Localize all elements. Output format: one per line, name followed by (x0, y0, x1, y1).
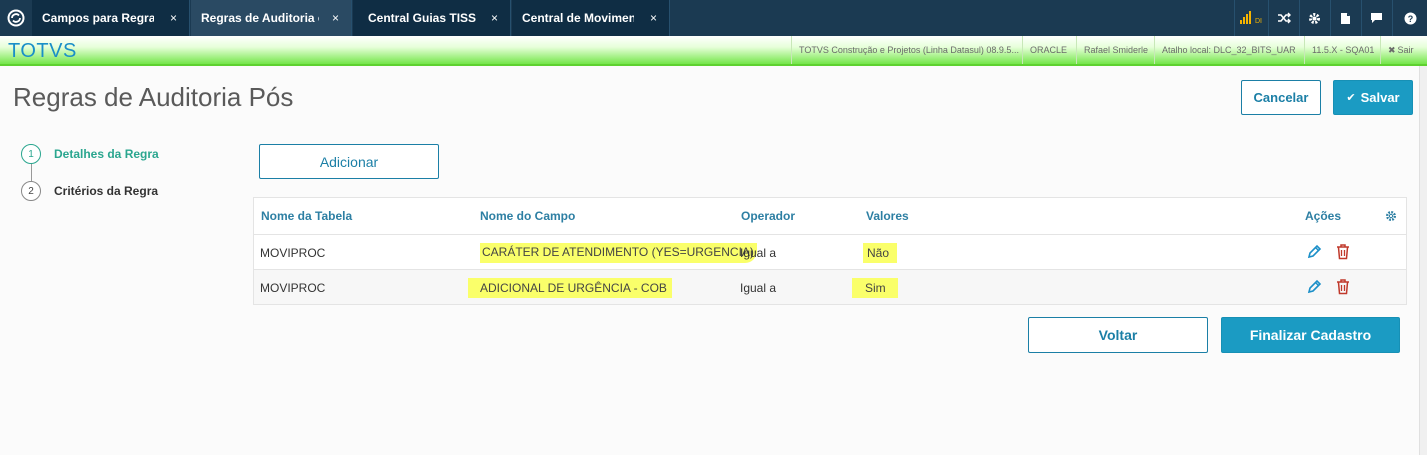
tab-label: Regras de Auditoria e Pós (201, 11, 319, 25)
check-icon: ✔ (1346, 92, 1356, 104)
step-criterios-regra[interactable]: 2 Critérios da Regra (21, 181, 158, 201)
cell-operador: Igual a (740, 280, 777, 295)
step-label: Detalhes da Regra (54, 147, 159, 161)
close-icon[interactable]: × (491, 11, 498, 25)
company-info: TOTVS Construção e Projetos (Linha Datas… (791, 36, 1022, 64)
close-icon[interactable]: × (170, 11, 177, 25)
column-settings-icon[interactable] (1385, 198, 1397, 234)
close-icon: ✖ (1388, 44, 1396, 55)
page-title: Regras de Auditoria Pós (13, 82, 294, 112)
home-icon[interactable] (0, 0, 32, 36)
top-tab-bar: Campos para Regras de Auditoria × Regras… (0, 0, 1427, 36)
signal-icon[interactable]: DI (1234, 0, 1266, 36)
version-info: 11.5.X - SQA01 (1304, 36, 1380, 64)
tab-label: Central de Movimentação (522, 11, 634, 25)
shortcut-info: Atalho local: DLC_32_BITS_UAR (1154, 36, 1304, 64)
close-icon[interactable]: × (650, 11, 657, 25)
chat-icon[interactable] (1361, 0, 1391, 36)
cell-campo: CARÁTER DE ATENDIMENTO (YES=URGENCIA) (480, 235, 757, 270)
step-number: 1 (21, 144, 41, 164)
scrollbar[interactable] (1419, 66, 1427, 455)
tab-label: Campos para Regras de Auditoria (42, 11, 154, 25)
gear-icon[interactable] (1299, 0, 1329, 36)
cancel-button[interactable]: Cancelar (1241, 80, 1321, 115)
column-header-operador[interactable]: Operador (741, 198, 795, 234)
cell-campo-text: CARÁTER DE ATENDIMENTO (YES=URGENCIA) (480, 242, 757, 263)
cell-valores-text: Sim (852, 277, 898, 298)
tab-central-guias-tiss[interactable]: Central Guias TISS × (353, 0, 511, 36)
column-header-campo[interactable]: Nome do Campo (480, 198, 575, 234)
add-label: Adicionar (319, 153, 379, 170)
brand-bar: TOTVS TOTVS Construção e Projetos (Linha… (0, 36, 1427, 66)
close-icon[interactable]: × (332, 11, 339, 25)
cell-campo-text: ADICIONAL DE URGÊNCIA - COB (468, 277, 672, 298)
cell-operador: Igual a (740, 245, 777, 260)
column-header-valores[interactable]: Valores (866, 198, 909, 234)
step-number: 2 (21, 181, 41, 201)
tab-central-movimentacao[interactable]: Central de Movimentação × (512, 0, 670, 36)
finish-label: Finalizar Cadastro (1249, 327, 1372, 343)
logout-label: Sair (1397, 45, 1414, 55)
cancel-label: Cancelar (1253, 90, 1309, 105)
tab-campos-regras[interactable]: Campos para Regras de Auditoria × (32, 0, 190, 36)
cell-tabela: MOVIPROC (260, 245, 326, 260)
back-label: Voltar (1098, 327, 1138, 343)
save-label: Salvar (1360, 90, 1400, 105)
svg-text:?: ? (1407, 14, 1413, 24)
user-info[interactable]: Rafael Smiderle (1076, 36, 1154, 64)
add-button[interactable]: Adicionar (259, 144, 439, 179)
cell-tabela: MOVIPROC (260, 280, 326, 295)
save-button[interactable]: ✔ Salvar (1333, 80, 1413, 115)
cell-valores: Não (863, 235, 898, 270)
stepper-line (31, 163, 32, 181)
tab-label: Central Guias TISS (368, 11, 477, 25)
back-button[interactable]: Voltar (1028, 317, 1208, 353)
cell-valores-text: Não (863, 242, 898, 263)
signal-label: DI (1255, 17, 1262, 25)
shuffle-icon[interactable] (1268, 0, 1298, 36)
cell-valores: Sim (852, 270, 898, 305)
delete-icon[interactable] (1334, 278, 1352, 296)
database-info: ORACLE (1022, 36, 1076, 64)
column-header-tabela[interactable]: Nome da Tabela (261, 198, 352, 234)
document-icon[interactable] (1330, 0, 1360, 36)
step-detalhes-regra[interactable]: 1 Detalhes da Regra (21, 144, 159, 164)
delete-icon[interactable] (1334, 243, 1352, 261)
rules-table: Nome da Tabela Nome do Campo Operador Va… (253, 197, 1407, 305)
table-row[interactable]: MOVIPROC ADICIONAL DE URGÊNCIA - COB Igu… (254, 269, 1406, 304)
cell-campo: ADICIONAL DE URGÊNCIA - COB (468, 270, 672, 305)
help-icon[interactable]: ? (1392, 0, 1427, 36)
column-header-acoes: Ações (1305, 209, 1342, 223)
tab-regras-auditoria[interactable]: Regras de Auditoria e Pós × (191, 0, 352, 36)
logout-button[interactable]: ✖ Sair (1380, 36, 1427, 64)
totvs-logo: TOTVS (8, 40, 77, 62)
edit-icon[interactable] (1305, 278, 1323, 296)
step-label: Critérios da Regra (54, 184, 159, 198)
edit-icon[interactable] (1305, 243, 1323, 261)
finish-button[interactable]: Finalizar Cadastro (1221, 317, 1400, 353)
table-row[interactable]: MOVIPROC CARÁTER DE ATENDIMENTO (YES=URG… (254, 234, 1406, 269)
